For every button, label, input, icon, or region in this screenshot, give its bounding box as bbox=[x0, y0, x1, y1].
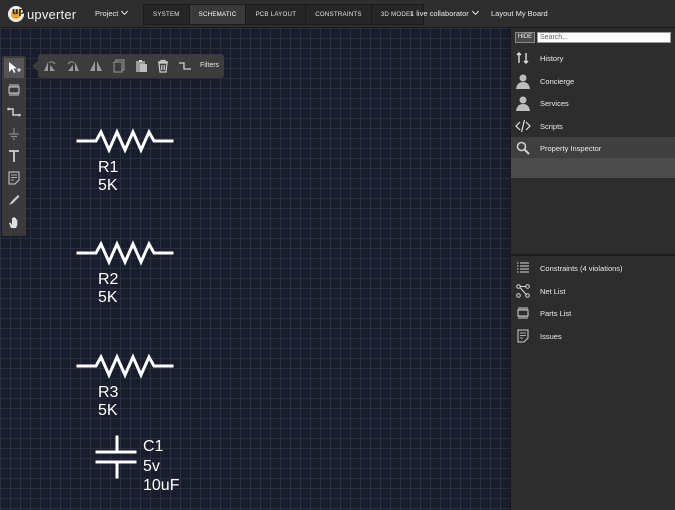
hide-panel-button[interactable]: HIDE bbox=[515, 32, 535, 43]
panel-item-label: Services bbox=[540, 98, 569, 108]
resistor-r3-symbol bbox=[76, 353, 174, 379]
panel-item-label: Concierge bbox=[540, 76, 575, 86]
r2-value-label: 5K bbox=[98, 289, 118, 306]
panel-item-scripts[interactable]: Scripts bbox=[511, 115, 675, 137]
panel-item-services[interactable]: Services bbox=[511, 92, 675, 114]
selection-toolbar: Filters bbox=[32, 54, 224, 78]
panel-item-concierge[interactable]: Concierge bbox=[511, 70, 675, 92]
list-icon bbox=[515, 260, 531, 276]
panel-item-label: Scripts bbox=[540, 121, 563, 131]
code-icon bbox=[515, 118, 531, 134]
tab-schematic[interactable]: SCHEMATIC bbox=[189, 5, 247, 24]
schematic-drawing bbox=[76, 128, 174, 479]
project-menu-label: Project bbox=[95, 9, 119, 18]
delete-icon[interactable] bbox=[155, 58, 171, 74]
panel-item-label: Net List bbox=[540, 286, 566, 296]
panel-item-parts-list[interactable]: Parts List bbox=[511, 302, 675, 324]
r1-value-label: 5K bbox=[98, 177, 118, 194]
tab-system[interactable]: SYSTEM bbox=[144, 5, 190, 24]
r3-ref-label: R3 bbox=[98, 384, 119, 401]
select-tool-icon[interactable] bbox=[4, 58, 24, 78]
panel-search-input[interactable]: Search... bbox=[537, 32, 671, 43]
property-inspector-content bbox=[511, 158, 675, 178]
panel-item-label: Constraints (4 violations) bbox=[540, 263, 623, 273]
collaborator-menu[interactable]: 1 live collaborator bbox=[410, 0, 479, 28]
netlist-icon bbox=[515, 283, 531, 299]
c1-capacitance-label: 10uF bbox=[143, 477, 180, 494]
panel-item-issues[interactable]: Issues bbox=[511, 325, 675, 347]
note-tool-icon[interactable] bbox=[4, 168, 24, 188]
panel-item-label: History bbox=[540, 53, 564, 63]
rotate-right-icon[interactable] bbox=[65, 58, 81, 74]
concierge-user-icon bbox=[515, 73, 531, 89]
ground-tool-icon[interactable] bbox=[4, 124, 24, 144]
part-tool-icon[interactable] bbox=[4, 80, 24, 100]
chevron-down-icon bbox=[121, 7, 129, 16]
text-tool-icon[interactable] bbox=[4, 146, 24, 166]
r2-ref-label: R2 bbox=[98, 271, 119, 288]
mode-switcher: SYSTEM SCHEMATIC PCB LAYOUT CONSTRAINTS … bbox=[143, 4, 424, 25]
panel-divider[interactable] bbox=[511, 254, 675, 256]
panel-item-label: Property Inspector bbox=[540, 143, 602, 153]
note-icon bbox=[515, 328, 531, 344]
r1-ref-label: R1 bbox=[98, 159, 119, 176]
filters-button[interactable]: Filters bbox=[200, 54, 219, 78]
panel-item-label: Parts List bbox=[540, 308, 572, 318]
wire-icon[interactable] bbox=[177, 58, 193, 74]
schematic-canvas[interactable]: R1 5K R2 5K R3 5K C1 5v 10uF bbox=[0, 28, 510, 510]
upverter-logo[interactable]: up upverter bbox=[8, 6, 76, 22]
right-panel: HIDE Search... History Concierge Service… bbox=[510, 28, 675, 510]
panel-item-constraints[interactable]: Constraints (4 violations) bbox=[511, 257, 675, 279]
panel-item-net-list[interactable]: Net List bbox=[511, 280, 675, 302]
wire-tool-icon[interactable] bbox=[4, 102, 24, 122]
flip-icon[interactable] bbox=[88, 58, 104, 74]
resistor-r2-symbol bbox=[76, 240, 174, 266]
c1-voltage-label: 5v bbox=[143, 458, 160, 475]
magnifier-icon bbox=[515, 140, 531, 156]
copy-icon[interactable] bbox=[111, 58, 127, 74]
capacitor-c1-symbol bbox=[95, 435, 137, 479]
panel-item-history[interactable]: History bbox=[511, 47, 675, 69]
r3-value-label: 5K bbox=[98, 402, 118, 419]
chevron-down-icon bbox=[471, 7, 479, 16]
layout-my-board-button[interactable]: Layout My Board bbox=[491, 0, 548, 28]
project-menu[interactable]: Project bbox=[95, 0, 129, 28]
pen-tool-icon[interactable] bbox=[4, 190, 24, 210]
tab-constraints[interactable]: CONSTRAINTS bbox=[306, 5, 372, 24]
history-icon bbox=[515, 50, 531, 66]
rotate-left-icon[interactable] bbox=[42, 58, 58, 74]
chip-icon bbox=[515, 305, 531, 321]
left-toolbar bbox=[2, 56, 26, 236]
panel-item-label: Issues bbox=[540, 331, 562, 341]
paste-icon[interactable] bbox=[133, 58, 149, 74]
collaborator-label: 1 live collaborator bbox=[410, 9, 469, 18]
hand-tool-icon[interactable] bbox=[4, 212, 24, 232]
logo-mark-icon: up bbox=[8, 6, 25, 22]
resistor-r1-symbol bbox=[76, 128, 174, 154]
panel-item-property-inspector[interactable]: Property Inspector bbox=[511, 137, 675, 159]
tab-pcb-layout[interactable]: PCB LAYOUT bbox=[246, 5, 307, 24]
c1-ref-label: C1 bbox=[143, 438, 164, 455]
top-bar: up upverter Project SYSTEM SCHEMATIC PCB… bbox=[0, 0, 675, 28]
services-user-icon bbox=[515, 95, 531, 111]
logo-wordmark: upverter bbox=[27, 6, 77, 22]
